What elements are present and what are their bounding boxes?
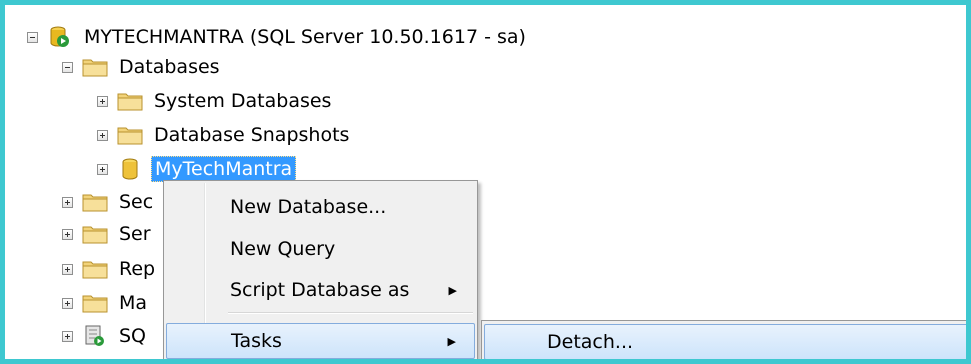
tasks-submenu: Detach... — [481, 320, 966, 359]
tree-node-replication[interactable]: Rep — [62, 254, 158, 284]
menu-item-detach[interactable]: Detach... — [484, 324, 966, 359]
submenu-arrow-icon: ▶ — [447, 334, 456, 348]
expand-icon[interactable] — [97, 163, 108, 175]
submenu-arrow-icon: ▶ — [448, 283, 457, 297]
tree-node-security[interactable]: Sec — [62, 187, 156, 217]
folder-icon — [82, 258, 108, 280]
folder-icon — [82, 191, 108, 213]
expand-icon[interactable] — [62, 297, 73, 309]
menu-separator — [228, 312, 473, 314]
database-snapshots-label: Database Snapshots — [154, 124, 350, 146]
folder-icon — [82, 223, 108, 245]
sql-agent-icon — [82, 325, 108, 347]
system-databases-label: System Databases — [154, 90, 332, 112]
replication-label: Rep — [119, 258, 156, 280]
expand-icon[interactable] — [62, 196, 73, 208]
tree-node-server[interactable]: MYTECHMANTRA (SQL Server 10.50.1617 - sa… — [27, 22, 529, 52]
tree-node-database-snapshots[interactable]: Database Snapshots — [97, 120, 352, 150]
tree-node-management[interactable]: Ma — [62, 288, 150, 318]
tree-node-server-objects[interactable]: Ser — [62, 219, 154, 249]
databases-label: Databases — [119, 56, 220, 78]
collapse-icon[interactable] — [62, 61, 73, 73]
folder-icon — [117, 90, 143, 112]
expand-icon[interactable] — [97, 95, 108, 107]
expand-icon[interactable] — [62, 228, 73, 240]
menu-item-tasks[interactable]: Tasks ▶ — [166, 323, 475, 359]
object-explorer-frame: MYTECHMANTRA (SQL Server 10.50.1617 - sa… — [0, 0, 971, 364]
server-label: MYTECHMANTRA (SQL Server 10.50.1617 - sa… — [84, 26, 526, 48]
collapse-icon[interactable] — [27, 31, 38, 43]
database-icon — [117, 158, 143, 180]
menu-item-script-database-as[interactable]: Script Database as ▶ — [166, 272, 475, 308]
tree-node-sql-agent[interactable]: SQ — [62, 321, 149, 351]
folder-icon — [82, 292, 108, 314]
folder-icon — [82, 56, 108, 78]
management-label: Ma — [119, 292, 148, 314]
server-icon — [47, 26, 73, 48]
sql-agent-label: SQ — [119, 325, 147, 347]
tree-node-databases[interactable]: Databases — [62, 52, 223, 82]
expand-icon[interactable] — [62, 330, 73, 342]
menu-item-new-database[interactable]: New Database... — [166, 189, 475, 225]
expand-icon[interactable] — [62, 263, 73, 275]
mytechmantra-label: MyTechMantra — [151, 156, 297, 182]
folder-icon — [117, 124, 143, 146]
tree-node-system-databases[interactable]: System Databases — [97, 86, 334, 116]
expand-icon[interactable] — [97, 129, 108, 141]
menu-item-new-query[interactable]: New Query — [166, 231, 475, 267]
server-objects-label: Ser — [119, 223, 151, 245]
context-menu: New Database... New Query Script Databas… — [163, 180, 478, 359]
security-label: Sec — [119, 191, 154, 213]
